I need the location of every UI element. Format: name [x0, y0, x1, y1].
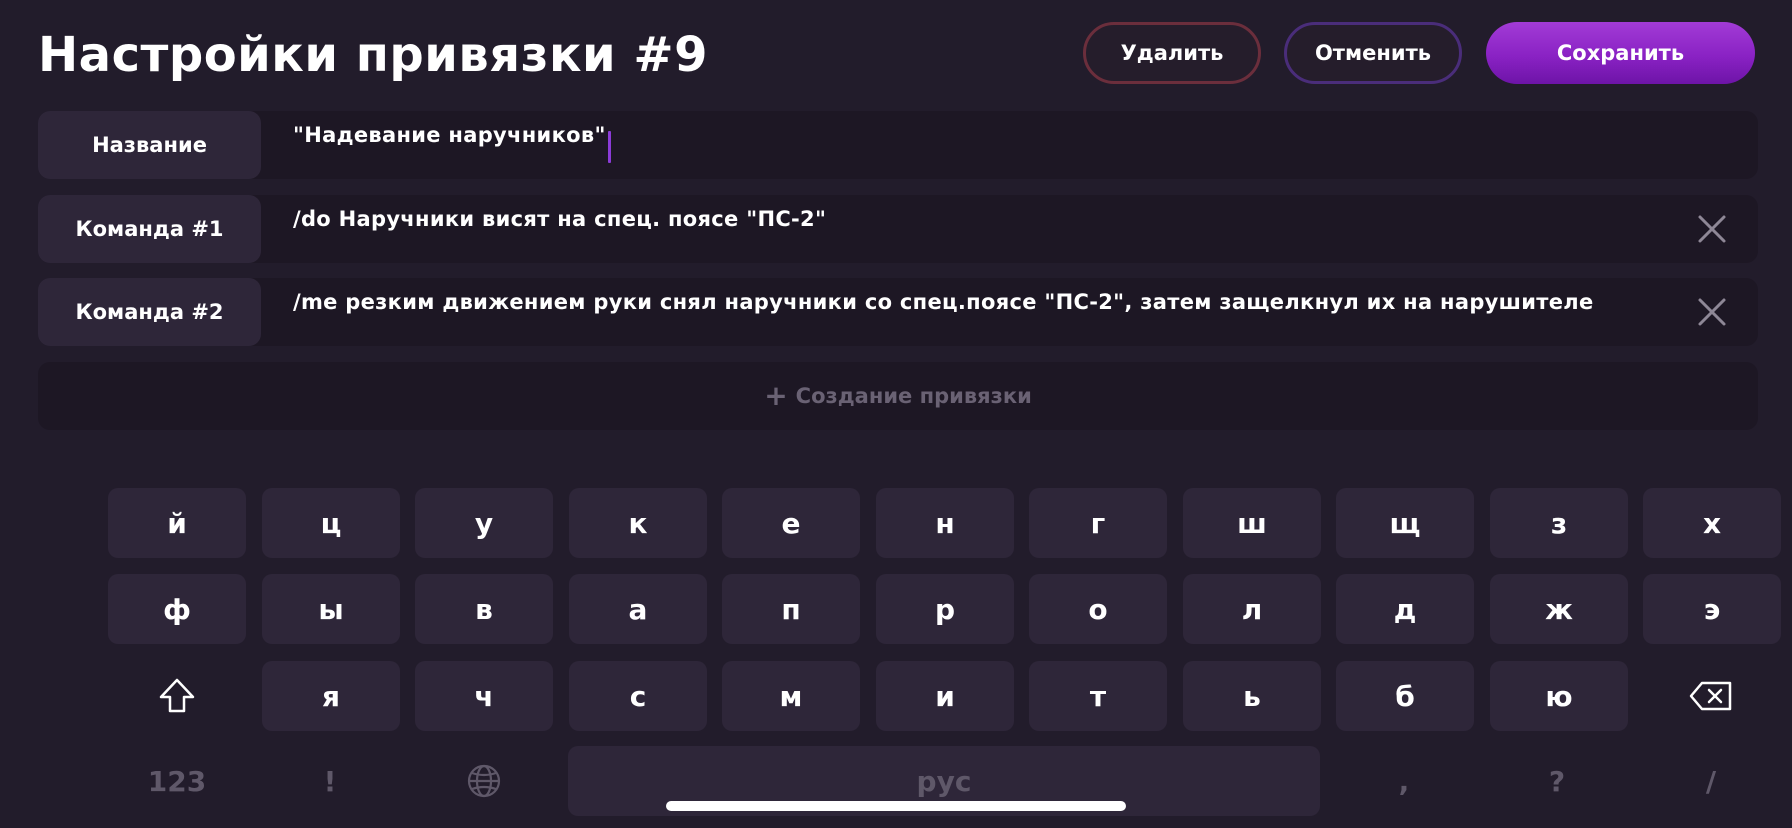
cancel-button[interactable]: Отменить [1284, 22, 1462, 84]
command-input-2[interactable]: /me резким движением руки снял наручники… [293, 290, 1594, 314]
page-title: Настройки привязки #9 [38, 27, 709, 83]
remove-command-1-close-icon[interactable] [1696, 213, 1728, 245]
comma-key[interactable]: , [1335, 746, 1473, 816]
key-row1-0[interactable]: й [108, 488, 246, 558]
key-row2-3[interactable]: а [569, 574, 707, 644]
globe-icon [467, 764, 501, 798]
key-row3-6[interactable]: ь [1183, 661, 1321, 731]
remove-command-2-close-icon[interactable] [1696, 296, 1728, 328]
backspace-key[interactable] [1642, 661, 1780, 731]
key-row1-2[interactable]: у [415, 488, 553, 558]
key-row2-2[interactable]: в [415, 574, 553, 644]
backspace-icon [1689, 681, 1732, 711]
binding-settings-screen: Настройки привязки #9 Удалить Отменить С… [0, 0, 1792, 828]
plus-icon: + [764, 379, 788, 412]
key-row2-6[interactable]: о [1029, 574, 1167, 644]
delete-button[interactable]: Удалить [1083, 22, 1261, 84]
key-row2-7[interactable]: л [1183, 574, 1321, 644]
question-key[interactable]: ? [1488, 746, 1626, 816]
key-row1-8[interactable]: щ [1336, 488, 1474, 558]
key-row3-5[interactable]: т [1029, 661, 1167, 731]
key-row3-3[interactable]: м [722, 661, 860, 731]
shift-key[interactable] [108, 661, 246, 731]
command-row-2[interactable]: Команда #2 /me резким движением руки сня… [38, 278, 1758, 346]
key-row2-0[interactable]: ф [108, 574, 246, 644]
key-row2-10[interactable]: э [1643, 574, 1781, 644]
key-row3-7[interactable]: б [1336, 661, 1474, 731]
numbers-key[interactable]: 123 [108, 746, 246, 816]
slash-key[interactable]: / [1642, 746, 1780, 816]
name-field-value: "Надевание наручников" [293, 123, 606, 147]
key-row3-2[interactable]: с [569, 661, 707, 731]
key-row1-5[interactable]: н [876, 488, 1014, 558]
key-row3-8[interactable]: ю [1490, 661, 1628, 731]
text-caret [607, 131, 611, 163]
name-field-row[interactable]: Название "Надевание наручников" [38, 111, 1758, 179]
key-row1-7[interactable]: ш [1183, 488, 1321, 558]
key-row1-3[interactable]: к [569, 488, 707, 558]
key-row2-5[interactable]: р [876, 574, 1014, 644]
home-indicator [666, 801, 1126, 811]
key-row2-4[interactable]: п [722, 574, 860, 644]
name-field-label: Название [38, 111, 261, 179]
create-binding-label: Создание привязки [795, 384, 1032, 408]
save-button[interactable]: Сохранить [1486, 22, 1755, 84]
key-row1-10[interactable]: х [1643, 488, 1781, 558]
key-row2-9[interactable]: ж [1490, 574, 1628, 644]
shift-icon [159, 678, 195, 713]
name-field-input[interactable]: "Надевание наручников" [293, 123, 611, 163]
create-binding-button[interactable]: + Создание привязки [38, 362, 1758, 430]
key-row2-1[interactable]: ы [262, 574, 400, 644]
command-row-1[interactable]: Команда #1 /do Наручники висят на спец. … [38, 195, 1758, 263]
command-label-1: Команда #1 [38, 195, 261, 263]
key-row1-1[interactable]: ц [262, 488, 400, 558]
exclaim-key[interactable]: ! [261, 746, 399, 816]
command-label-2: Команда #2 [38, 278, 261, 346]
key-row2-8[interactable]: д [1336, 574, 1474, 644]
key-row3-1[interactable]: ч [415, 661, 553, 731]
key-row3-4[interactable]: и [876, 661, 1014, 731]
key-row3-0[interactable]: я [262, 661, 400, 731]
key-row1-6[interactable]: г [1029, 488, 1167, 558]
key-row1-9[interactable]: з [1490, 488, 1628, 558]
language-key[interactable] [415, 746, 553, 816]
key-row1-4[interactable]: е [722, 488, 860, 558]
command-input-1[interactable]: /do Наручники висят на спец. поясе "ПС-2… [293, 207, 826, 231]
